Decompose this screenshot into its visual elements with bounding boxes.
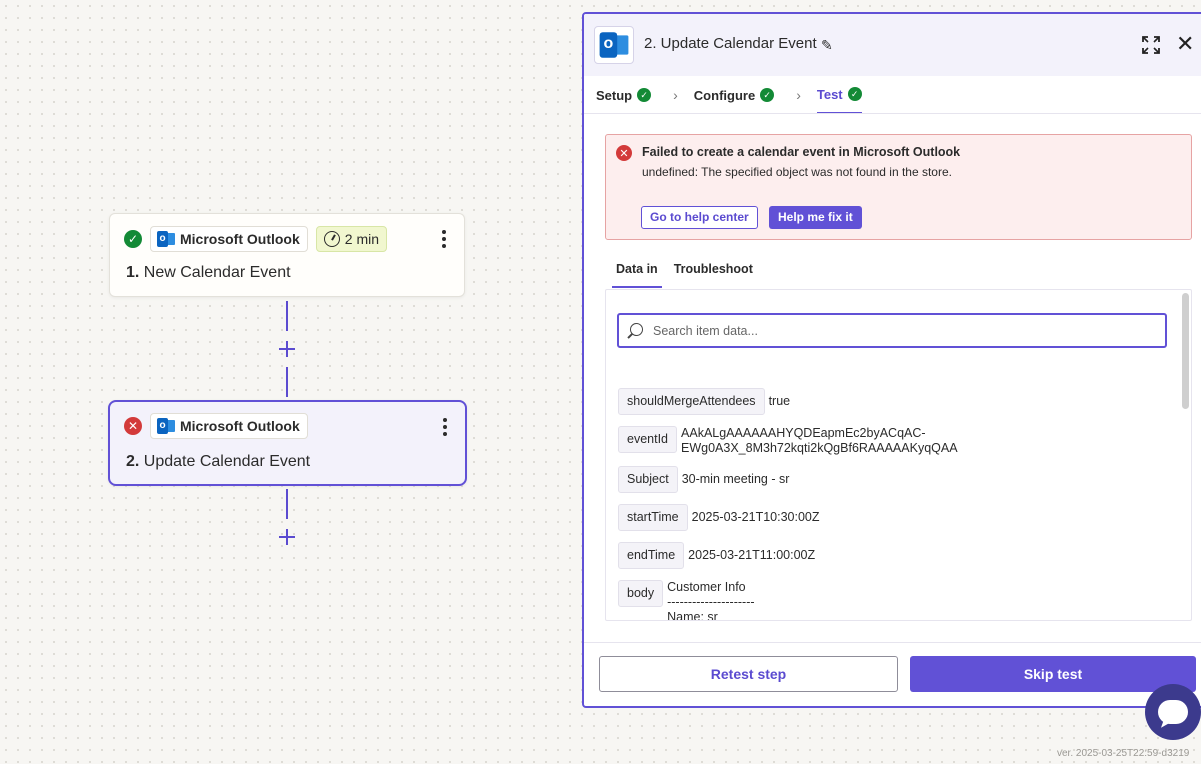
data-field-row: eventId AAkALgAAAAAAHYQDEapmEc2byACqAC- …	[618, 426, 958, 456]
skip-test-button[interactable]: Skip test	[910, 656, 1196, 692]
step-title: New Calendar Event	[143, 264, 291, 281]
tab-setup[interactable]: Setup ✓	[596, 76, 652, 114]
expand-icon[interactable]	[1142, 36, 1160, 54]
tab-data-in[interactable]: Data in	[612, 254, 662, 288]
data-field-row: Subject 30-min meeting - sr	[618, 466, 789, 493]
search-icon	[630, 323, 643, 336]
step-number: 1.	[126, 264, 140, 281]
tab-label: Test	[816, 86, 843, 102]
tab-label: Setup	[596, 87, 633, 103]
node-menu-icon[interactable]	[443, 418, 447, 436]
field-value: Customer Info --------------------- Name…	[667, 580, 755, 621]
close-icon[interactable]: ✕	[1176, 33, 1194, 55]
field-key: startTime	[618, 504, 688, 531]
app-chip: o Microsoft Outlook	[150, 226, 308, 252]
search-input[interactable]	[653, 322, 1153, 340]
connector-line	[286, 489, 288, 519]
step-number: 2.	[126, 453, 140, 470]
app-chip: o Microsoft Outlook	[150, 413, 308, 439]
scrollbar[interactable]	[1182, 293, 1189, 409]
node-title: 1. New Calendar Event	[126, 264, 291, 282]
node-menu-icon[interactable]	[442, 230, 446, 248]
node-header: ✓ o Microsoft Outlook 2 min	[124, 226, 388, 252]
error-x-icon: ✕	[124, 417, 142, 435]
retest-step-button[interactable]: Retest step	[599, 656, 898, 692]
tab-label: Configure	[693, 87, 756, 103]
field-value: true	[768, 394, 791, 408]
data-field-row: startTime 2025-03-21T10:30:00Z	[618, 504, 820, 531]
help-center-button[interactable]: Go to help center	[641, 206, 758, 229]
field-value: 2025-03-21T10:30:00Z	[691, 510, 820, 524]
data-field-row: endTime 2025-03-21T11:00:00Z	[618, 542, 815, 569]
chevron-right-icon: ›	[796, 87, 801, 103]
step-node-2[interactable]: ✕ o Microsoft Outlook 2. Update Calendar…	[108, 400, 467, 486]
step-tabs: Setup ✓ › Configure ✓ › Test ✓	[596, 76, 862, 114]
field-value: 2025-03-21T11:00:00Z	[688, 548, 816, 562]
panel-title: 2. Update Calendar Event	[644, 35, 817, 52]
check-icon: ✓	[760, 88, 775, 102]
chat-support-button[interactable]	[1145, 684, 1201, 740]
clock-icon	[323, 231, 340, 247]
edit-pencil-icon[interactable]: ✎	[821, 37, 833, 54]
chat-icon	[1158, 700, 1188, 724]
error-alert: ✕ Failed to create a calendar event in M…	[605, 134, 1192, 240]
step-node-1[interactable]: ✓ o Microsoft Outlook 2 min 1. New Calen…	[109, 213, 465, 297]
outlook-logo-icon: o	[157, 231, 175, 247]
alert-message: undefined: The specified object was not …	[642, 165, 952, 179]
tab-configure[interactable]: Configure ✓	[693, 76, 775, 114]
field-key: eventId	[618, 426, 678, 453]
connector-line	[286, 367, 288, 397]
field-key: endTime	[618, 542, 685, 569]
check-icon: ✓	[637, 88, 652, 102]
node-title: 2. Update Calendar Event	[126, 453, 310, 471]
duration-badge: 2 min	[315, 226, 388, 252]
app-name: Microsoft Outlook	[180, 418, 300, 434]
data-tabs: Data in Troubleshoot	[612, 254, 765, 288]
field-key: shouldMergeAttendees	[618, 388, 765, 415]
duration-text: 2 min	[344, 231, 380, 247]
add-step-plus-icon[interactable]	[277, 527, 297, 547]
step-title: Update Calendar Event	[143, 453, 311, 470]
divider	[584, 113, 1201, 114]
chevron-right-icon: ›	[673, 87, 678, 103]
app-name: Microsoft Outlook	[180, 231, 300, 247]
tab-troubleshoot[interactable]: Troubleshoot	[670, 254, 757, 288]
help-me-fix-button[interactable]: Help me fix it	[769, 206, 862, 229]
success-check-icon: ✓	[124, 230, 142, 248]
data-field-row: body Customer Info ---------------------…	[618, 580, 755, 621]
field-key: body	[618, 580, 664, 607]
outlook-logo-icon: o	[157, 418, 175, 434]
field-value: 30-min meeting - sr	[681, 472, 790, 486]
panel-header: o 2. Update Calendar Event ✎ ✕	[584, 14, 1201, 76]
alert-title: Failed to create a calendar event in Mic…	[642, 145, 961, 159]
check-icon: ✓	[847, 87, 862, 101]
version-label: ver. 2025-03-25T22:59-d3219	[1057, 748, 1190, 759]
add-step-plus-icon[interactable]	[277, 339, 297, 359]
data-panel: shouldMergeAttendees true eventId AAkALg…	[605, 289, 1192, 621]
tab-test[interactable]: Test ✓	[816, 76, 862, 114]
node-header: ✕ o Microsoft Outlook	[124, 413, 308, 439]
data-field-row: shouldMergeAttendees true	[618, 388, 790, 415]
outlook-app-icon: o	[594, 26, 634, 64]
divider	[584, 642, 1201, 643]
field-value: AAkALgAAAAAAHYQDEapmEc2byACqAC- EWg0A3X_…	[681, 426, 958, 455]
connector-line	[286, 301, 288, 331]
search-box[interactable]	[617, 313, 1167, 348]
error-x-icon: ✕	[616, 145, 632, 161]
step-editor-panel: o 2. Update Calendar Event ✎ ✕ Setup ✓ ›…	[582, 12, 1201, 708]
field-key: Subject	[618, 466, 678, 493]
